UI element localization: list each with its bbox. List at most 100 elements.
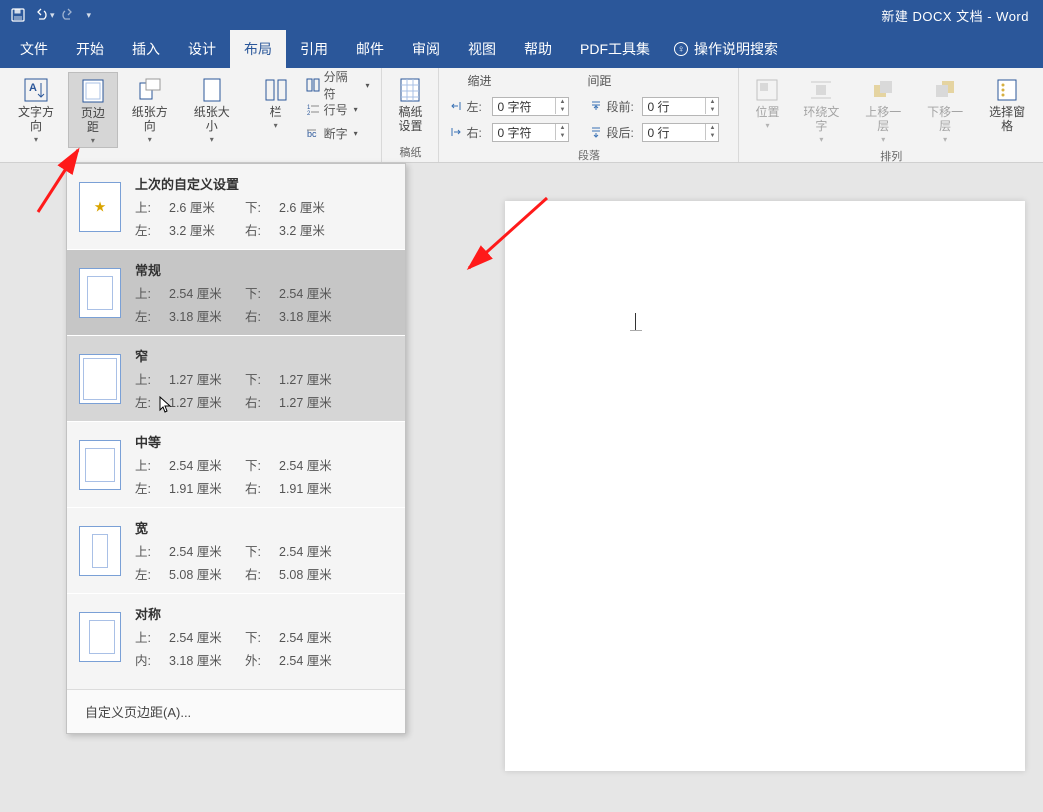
text-direction-icon: A <box>22 76 50 104</box>
page-size-icon <box>198 76 226 104</box>
tab-layout[interactable]: 布局 <box>230 30 286 68</box>
margins-button[interactable]: 页边距 ▾ <box>68 72 118 148</box>
chevron-down-icon: ▾ <box>210 135 214 144</box>
breaks-button[interactable]: 分隔符▾ <box>304 74 372 96</box>
bring-forward-button: 上移一层 ▾ <box>853 72 913 146</box>
space-after-input[interactable] <box>643 125 705 139</box>
group-label-draft: 稿纸 <box>388 142 432 160</box>
breaks-icon <box>306 78 320 92</box>
orientation-icon <box>136 76 164 104</box>
margin-preset-wide[interactable]: 宽 上:2.54 厘米 下:2.54 厘米 左:5.08 厘米 右:5.08 厘… <box>67 508 405 594</box>
tab-home[interactable]: 开始 <box>62 30 118 68</box>
tab-pdf-tools[interactable]: PDF工具集 <box>566 30 664 68</box>
chevron-down-icon: ▾ <box>91 136 95 145</box>
wrap-text-button: 环绕文字 ▾ <box>791 72 851 146</box>
margins-icon <box>79 77 107 105</box>
spin-down-icon[interactable]: ▼ <box>556 106 568 114</box>
chevron-down-icon: ▾ <box>148 135 152 144</box>
spin-down-icon[interactable]: ▼ <box>556 132 568 140</box>
margin-thumb-icon <box>79 612 121 662</box>
margins-dropdown-menu: 上次的自定义设置 上:2.6 厘米 下:2.6 厘米 左:3.2 厘米 右:3.… <box>66 163 406 734</box>
chevron-down-icon: ▾ <box>365 81 369 90</box>
margin-thumb-icon <box>79 182 121 232</box>
send-backward-icon <box>931 76 959 104</box>
draft-paper-button[interactable]: 稿纸 设置 <box>388 72 432 136</box>
document-page[interactable] <box>505 201 1025 771</box>
send-backward-button: 下移一层 ▾ <box>915 72 975 146</box>
indent-left-spinner[interactable]: ▲▼ <box>492 97 569 116</box>
margin-thumb-icon <box>79 526 121 576</box>
tab-review[interactable]: 审阅 <box>398 30 454 68</box>
tab-help[interactable]: 帮助 <box>510 30 566 68</box>
indent-right-spinner[interactable]: ▲▼ <box>492 123 569 142</box>
margin-preset-mirrored[interactable]: 对称 上:2.54 厘米 下:2.54 厘米 内:3.18 厘米 外:2.54 … <box>67 594 405 689</box>
line-numbers-button[interactable]: 12 行号▾ <box>304 98 372 120</box>
tab-design[interactable]: 设计 <box>174 30 230 68</box>
spin-up-icon[interactable]: ▲ <box>706 98 718 106</box>
wrap-text-icon <box>807 76 835 104</box>
spin-up-icon[interactable]: ▲ <box>556 98 568 106</box>
group-label-arrange: 排列 <box>745 146 1037 164</box>
spin-up-icon[interactable]: ▲ <box>706 124 718 132</box>
tab-insert[interactable]: 插入 <box>118 30 174 68</box>
spin-up-icon[interactable]: ▲ <box>556 124 568 132</box>
indent-right-input[interactable] <box>493 125 555 139</box>
chevron-down-icon: ▾ <box>34 135 38 144</box>
tell-me-label: 操作说明搜索 <box>694 39 778 59</box>
ribbon-tabs: 文件 开始 插入 设计 布局 引用 邮件 审阅 视图 帮助 PDF工具集 ♀ 操… <box>0 30 1043 68</box>
text-direction-button[interactable]: A 文字方向 ▾ <box>6 72 66 146</box>
svg-text:A: A <box>29 82 37 94</box>
margin-thumb-icon <box>79 354 121 404</box>
space-before-input[interactable] <box>643 99 705 113</box>
page-size-button[interactable]: 纸张大小 ▾ <box>182 72 242 146</box>
space-after-spinner[interactable]: ▲▼ <box>642 123 719 142</box>
indent-heading: 缩进 <box>467 72 491 89</box>
margin-thumb-icon <box>79 440 121 490</box>
tab-references[interactable]: 引用 <box>286 30 342 68</box>
chevron-down-icon: ▾ <box>354 129 358 138</box>
margin-preset-moderate[interactable]: 中等 上:2.54 厘米 下:2.54 厘米 左:1.91 厘米 右:1.91 … <box>67 422 405 508</box>
save-icon <box>11 8 25 22</box>
chevron-down-icon: ▾ <box>354 105 358 114</box>
tab-view[interactable]: 视图 <box>454 30 510 68</box>
line-numbers-icon: 12 <box>306 102 320 116</box>
selection-pane-icon <box>993 76 1021 104</box>
redo-button[interactable] <box>55 3 79 27</box>
margin-preset-normal[interactable]: 常规 上:2.54 厘米 下:2.54 厘米 左:3.18 厘米 右:3.18 … <box>67 250 405 336</box>
title-bar: ▾ ▾ 新建 DOCX 文档 - Word <box>0 0 1043 30</box>
selection-pane-button[interactable]: 选择窗格 <box>977 72 1037 136</box>
columns-button[interactable]: 栏 ▾ <box>254 72 298 132</box>
redo-icon <box>60 8 74 22</box>
window-title: 新建 DOCX 文档 - Word <box>881 6 1043 25</box>
hyphenation-icon: bc <box>306 126 320 140</box>
spin-down-icon[interactable]: ▼ <box>706 132 718 140</box>
svg-text:2: 2 <box>307 111 311 116</box>
mouse-cursor-icon <box>159 396 173 414</box>
space-before-icon <box>589 100 602 113</box>
columns-icon <box>262 76 290 104</box>
tab-mailings[interactable]: 邮件 <box>342 30 398 68</box>
margin-thumb-icon <box>79 268 121 318</box>
undo-icon <box>35 8 49 22</box>
spin-down-icon[interactable]: ▼ <box>706 106 718 114</box>
chevron-down-icon: ▾ <box>274 121 278 130</box>
quick-access-toolbar: ▾ ▾ <box>0 3 91 27</box>
orientation-button[interactable]: 纸张方向 ▾ <box>120 72 180 146</box>
custom-margins-button[interactable]: 自定义页边距(A)... <box>67 689 405 733</box>
save-button[interactable] <box>6 3 30 27</box>
bring-forward-icon <box>869 76 897 104</box>
indent-right-icon <box>449 126 462 139</box>
margin-preset-last-custom[interactable]: 上次的自定义设置 上:2.6 厘米 下:2.6 厘米 左:3.2 厘米 右:3.… <box>67 164 405 250</box>
space-before-spinner[interactable]: ▲▼ <box>642 97 719 116</box>
ribbon-body: A 文字方向 ▾ 页边距 ▾ 纸张方向 ▾ <box>0 68 1043 163</box>
position-button: 位置 ▾ <box>745 72 789 132</box>
qat-customize-caret-icon[interactable]: ▾ <box>87 10 92 21</box>
indent-left-icon <box>449 100 462 113</box>
draft-paper-icon <box>396 76 424 104</box>
hyphenation-button[interactable]: bc 断字▾ <box>304 122 372 144</box>
indent-left-input[interactable] <box>493 99 555 113</box>
tell-me-search[interactable]: ♀ 操作说明搜索 <box>664 30 788 68</box>
margin-preset-narrow[interactable]: 窄 上:1.27 厘米 下:1.27 厘米 左:1.27 厘米 右:1.27 厘… <box>67 336 405 422</box>
tab-file[interactable]: 文件 <box>6 30 62 68</box>
group-label-paragraph: 段落 <box>445 145 732 163</box>
